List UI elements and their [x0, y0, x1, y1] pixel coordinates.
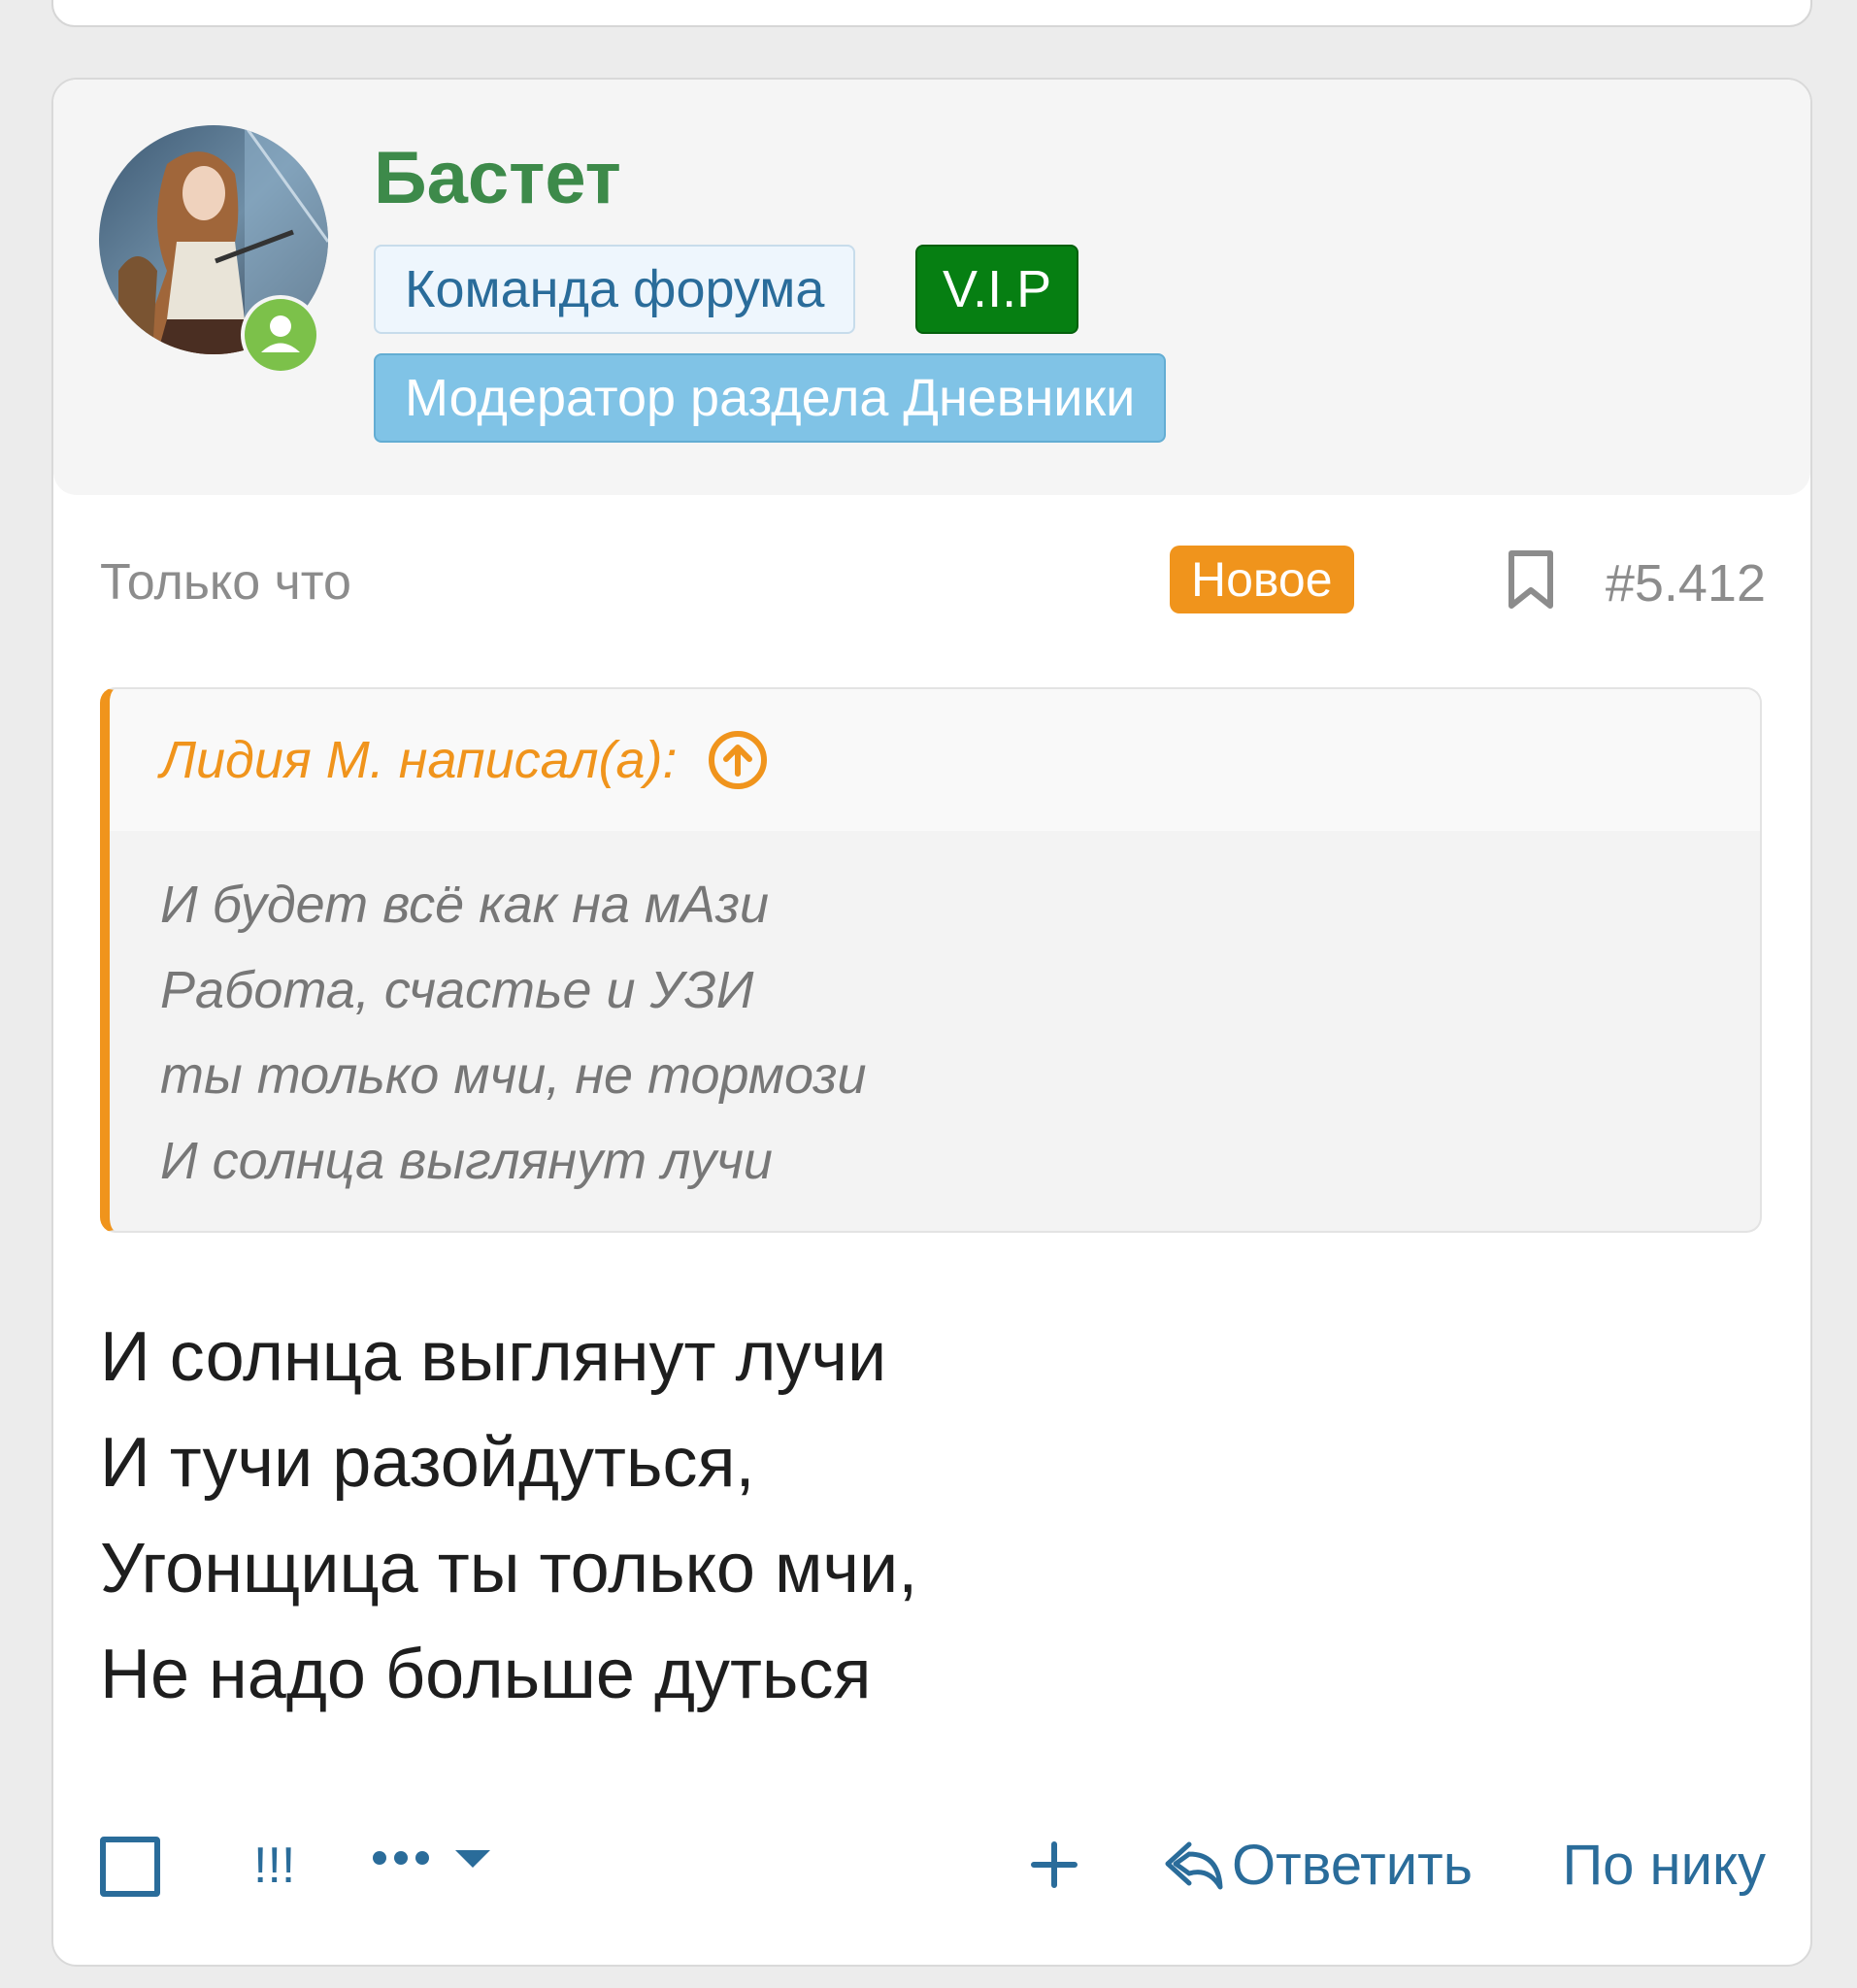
post-meta: Только что Новое #5.412	[100, 546, 1766, 623]
select-checkbox[interactable]	[100, 1837, 160, 1897]
reply-by-nick-button[interactable]: По нику	[1562, 1833, 1766, 1898]
post-message: И солнца выглянут лучи И тучи разойдутьс…	[100, 1305, 917, 1728]
quote-header: Лидия М. написал(а):	[110, 689, 1760, 831]
bookmark-icon[interactable]	[1504, 549, 1558, 616]
message-line: Угонщица ты только мчи,	[100, 1530, 918, 1607]
quote-body: И будет всё как на мАзи Работа, счастье …	[160, 862, 867, 1204]
quote-block: Лидия М. написал(а): И будет всё как на …	[100, 687, 1762, 1233]
badge-vip: V.I.P	[915, 245, 1079, 334]
message-line: Не надо больше дуться	[100, 1636, 872, 1713]
reply-button[interactable]: Ответить	[1162, 1833, 1473, 1898]
report-link[interactable]: !!!	[253, 1837, 295, 1895]
online-status-badge	[241, 295, 320, 375]
post-number[interactable]: #5.412	[1606, 553, 1766, 613]
message-line: И тучи разойдуться,	[100, 1424, 755, 1502]
more-options-icon	[373, 1850, 490, 1868]
user-header: Бастет Команда форума V.I.P Модератор ра…	[53, 80, 1810, 495]
arrow-up-circle-icon[interactable]	[707, 729, 769, 791]
quote-line: И солнца выглянут лучи	[160, 1132, 773, 1190]
quote-line: ты только мчи, не тормози	[160, 1046, 867, 1105]
previous-post-card	[51, 0, 1812, 27]
reply-label: Ответить	[1232, 1834, 1473, 1897]
more-menu-button[interactable]	[370, 1840, 496, 1879]
quote-author[interactable]: Лидия М. написал(а):	[160, 730, 678, 790]
message-line: И солнца выглянут лучи	[100, 1318, 887, 1396]
reply-icon	[1165, 1841, 1223, 1889]
quote-line: И будет всё как на мАзи	[160, 876, 770, 934]
quote-line: Работа, счастье и УЗИ	[160, 961, 754, 1019]
plus-icon[interactable]	[1030, 1840, 1078, 1894]
online-user-icon	[245, 299, 316, 371]
badge-forum-team: Команда форума	[374, 245, 856, 334]
username[interactable]: Бастет	[374, 136, 621, 220]
post-time[interactable]: Только что	[100, 553, 351, 612]
new-post-label: Новое	[1170, 546, 1354, 613]
post-card: Бастет Команда форума V.I.P Модератор ра…	[51, 78, 1812, 1967]
post-actions: !!! Ответить По нику	[100, 1807, 1766, 1914]
badge-moderator: Модератор раздела Дневники	[374, 353, 1167, 443]
